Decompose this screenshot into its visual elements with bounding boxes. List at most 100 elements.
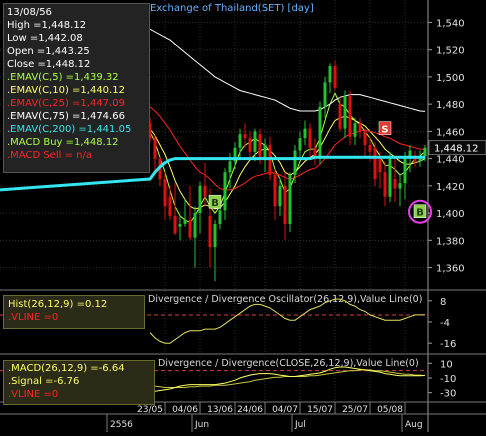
- signal-label: B: [416, 208, 424, 219]
- candle-body: [388, 158, 392, 197]
- candle-body: [288, 174, 292, 224]
- candle-body: [213, 223, 217, 248]
- y-tick-label: 1,400: [436, 209, 465, 220]
- candle-body: [293, 150, 297, 175]
- candle-body: [253, 131, 257, 152]
- info-macd-vline: .VLINE =0: [8, 389, 59, 400]
- macd-tick-label: -10: [440, 374, 456, 385]
- candle-body: [223, 172, 227, 211]
- macd-tick-label: 10: [440, 359, 453, 370]
- y-tick-label: 1,440: [436, 155, 465, 166]
- x-tick-label: 23/05: [137, 405, 163, 415]
- info-macd-sell: .MACD Sell = n/a: [7, 150, 92, 161]
- info-emav75: .EMAV(C,75) =1,474.66: [7, 111, 125, 122]
- candle-body: [193, 213, 197, 238]
- candle-body: [378, 158, 382, 173]
- candle-body: [273, 174, 277, 207]
- candle-body: [278, 185, 282, 207]
- candle-body: [398, 183, 402, 189]
- candle-body: [283, 185, 287, 224]
- month-label: Jun: [194, 420, 209, 430]
- info-macd-value: .MACD(26,12,9) =-6.64: [8, 363, 125, 374]
- y-tick-label: 1,380: [436, 236, 465, 247]
- candle-body: [358, 123, 362, 132]
- candle-body: [208, 215, 212, 248]
- info-hist-value: Hist(26,12,9) =0.12: [8, 299, 108, 310]
- macd-tick-label: -30: [440, 389, 456, 400]
- candle-body: [168, 196, 172, 216]
- candle-body: [183, 219, 187, 224]
- osc-tick-label: 8: [440, 297, 446, 308]
- y-tick-label: 1,500: [436, 73, 465, 84]
- info-open: Open =1,443.25: [7, 46, 90, 57]
- x-tick-label: 04/06: [172, 405, 198, 415]
- candle-body: [188, 219, 192, 238]
- x-tick-label: 24/06: [237, 405, 263, 415]
- candle-body: [203, 185, 207, 197]
- candle-body: [238, 134, 242, 148]
- candle-body: [263, 145, 267, 159]
- info-hist-vline: .VLINE =0: [8, 312, 59, 323]
- candle-body: [393, 179, 397, 189]
- info-low: Low =1,442.08: [7, 33, 83, 44]
- x-tick-label: 13/06: [207, 405, 233, 415]
- candle-body: [343, 95, 347, 129]
- y-tick-label: 1,420: [436, 182, 465, 193]
- candle-body: [228, 161, 232, 173]
- info-emav10: .EMAV(C,10) =1,440.12: [7, 85, 125, 96]
- candle-body: [173, 215, 177, 234]
- candle-body: [323, 82, 327, 107]
- y-tick-label: 1,480: [436, 100, 465, 111]
- y-tick-label: 1,460: [436, 127, 465, 138]
- macd-title: Divergence / Divergence(CLOSE,26,12,9),V…: [158, 358, 419, 369]
- x-tick-label: 15/07: [307, 405, 333, 415]
- candle-body: [383, 172, 387, 197]
- candle-body: [248, 138, 252, 152]
- candle-body: [338, 104, 342, 129]
- last-price-label: 1,448.12: [434, 144, 479, 155]
- info-emav5: .EMAV(C,5) =1,439.32: [7, 72, 119, 83]
- candle-body: [423, 147, 427, 156]
- x-tick-label: 25/07: [342, 405, 368, 415]
- candle-body: [353, 123, 357, 137]
- info-close: Close =1,448.12: [7, 59, 91, 70]
- info-macd-buy: .MACD Buy =1,448.12: [7, 137, 119, 148]
- info-high: High =1,448.12: [7, 20, 87, 31]
- macd-info-panel: .MACD(26,12,9) =-6.64 .Signal =-6.76 .VL…: [3, 360, 155, 405]
- signal-label: S: [381, 125, 388, 136]
- candle-body: [368, 145, 372, 152]
- month-label: Aug: [405, 420, 423, 430]
- x-tick-label: 04/07: [272, 405, 298, 415]
- y-tick-label: 1,520: [436, 46, 465, 57]
- signal-label: B: [211, 198, 219, 209]
- osc-tick-label: -16: [440, 339, 456, 350]
- candle-body: [153, 138, 157, 159]
- price-info-panel: 13/08/56 High =1,448.12 Low =1,442.08 Op…: [3, 3, 150, 173]
- x-tick-label: 05/08: [377, 405, 403, 415]
- month-label: Jul: [294, 420, 306, 430]
- candle-body: [163, 179, 167, 207]
- candle-body: [198, 185, 202, 214]
- candle-body: [178, 223, 182, 227]
- hist-info-panel: Hist(26,12,9) =0.12 .VLINE =0: [3, 295, 145, 329]
- candle-body: [303, 128, 307, 139]
- info-date: 13/08/56: [7, 7, 52, 18]
- candle-body: [373, 147, 377, 180]
- osc-tick-label: -4: [440, 318, 450, 329]
- y-tick-label: 1,360: [436, 264, 465, 275]
- candle-body: [328, 66, 332, 83]
- candle-body: [363, 131, 367, 145]
- candle-body: [318, 106, 322, 159]
- candle-body: [243, 134, 247, 139]
- candle-body: [403, 158, 407, 184]
- osc-title: Divergence / Divergence Oscillator(26,12…: [148, 294, 422, 305]
- candle-body: [298, 138, 302, 151]
- y-tick-label: 1,540: [436, 18, 465, 29]
- chart-title: Exchange of Thailand(SET) [day]: [150, 3, 314, 14]
- info-emav200: .EMAV(C,200) =1,441.05: [7, 124, 132, 135]
- candle-body: [333, 66, 337, 88]
- info-macd-signal: .Signal =-6.76: [8, 376, 80, 387]
- info-emav25: .EMAV(C,25) =1,447.09: [7, 98, 125, 109]
- candle-body: [218, 210, 222, 224]
- month-label: 2556: [110, 420, 133, 430]
